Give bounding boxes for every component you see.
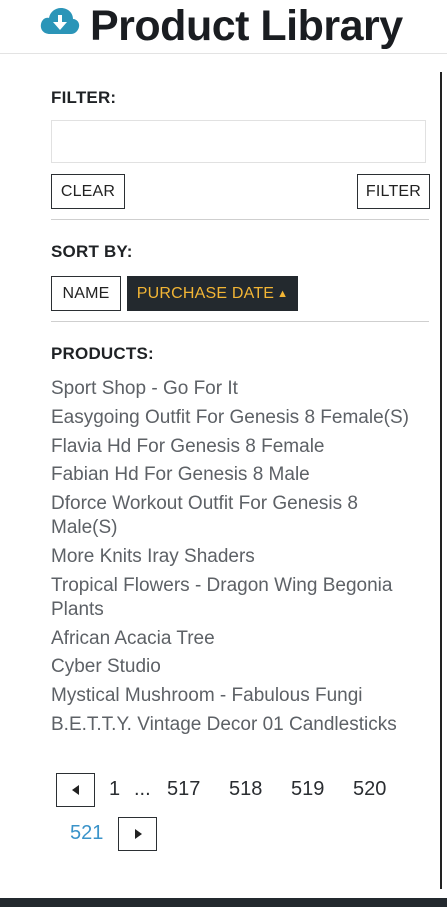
triangle-right-icon xyxy=(134,829,142,839)
product-list: Sport Shop - Go For It Easygoing Outfit … xyxy=(51,377,421,742)
list-item[interactable]: African Acacia Tree xyxy=(51,627,421,651)
filter-input[interactable] xyxy=(51,120,426,163)
panel-border xyxy=(440,72,442,889)
cloud-download-icon xyxy=(40,8,80,34)
page-link[interactable]: 519 xyxy=(291,777,324,801)
list-item[interactable]: Cyber Studio xyxy=(51,655,421,679)
divider xyxy=(51,321,429,322)
next-page-button[interactable] xyxy=(118,817,157,851)
page-title: Product Library xyxy=(90,2,403,50)
clear-button[interactable]: CLEAR xyxy=(51,174,125,209)
list-item[interactable]: Tropical Flowers - Dragon Wing Begonia P… xyxy=(51,574,421,622)
prev-page-button[interactable] xyxy=(56,773,95,807)
bottom-bar xyxy=(0,898,447,907)
list-item[interactable]: Easygoing Outfit For Genesis 8 Female(S) xyxy=(51,406,421,430)
current-page[interactable]: 521 xyxy=(70,821,103,845)
list-item[interactable]: Flavia Hd For Genesis 8 Female xyxy=(51,435,421,459)
sort-name-label: NAME xyxy=(62,284,110,302)
products-label: PRODUCTS: xyxy=(51,344,154,363)
page-link[interactable]: 520 xyxy=(353,777,386,801)
triangle-up-icon: ▲ xyxy=(277,287,289,300)
sort-purchase-date-button[interactable]: PURCHASE DATE ▲ xyxy=(127,276,298,311)
sort-purchase-date-label: PURCHASE DATE xyxy=(136,284,275,302)
sort-name-button[interactable]: NAME xyxy=(51,276,121,311)
triangle-left-icon xyxy=(71,785,79,795)
list-item[interactable]: Dforce Workout Outfit For Genesis 8 Male… xyxy=(51,492,421,540)
app-header: Product Library xyxy=(0,0,447,54)
page-link[interactable]: 518 xyxy=(229,777,262,801)
filter-label: FILTER: xyxy=(51,88,117,107)
list-item[interactable]: More Knits Iray Shaders xyxy=(51,545,421,569)
divider xyxy=(51,219,429,220)
list-item[interactable]: Mystical Mushroom - Fabulous Fungi xyxy=(51,684,421,708)
list-item[interactable]: Fabian Hd For Genesis 8 Male xyxy=(51,463,421,487)
page-link[interactable]: 1 xyxy=(109,777,120,801)
list-item[interactable]: Sport Shop - Go For It xyxy=(51,377,421,401)
page-ellipsis: ... xyxy=(134,778,151,800)
sort-label: SORT BY: xyxy=(51,242,133,261)
list-item[interactable]: B.E.T.T.Y. Vintage Decor 01 Candlesticks xyxy=(51,713,421,737)
page-link[interactable]: 517 xyxy=(167,777,200,801)
filter-button[interactable]: FILTER xyxy=(357,174,430,209)
